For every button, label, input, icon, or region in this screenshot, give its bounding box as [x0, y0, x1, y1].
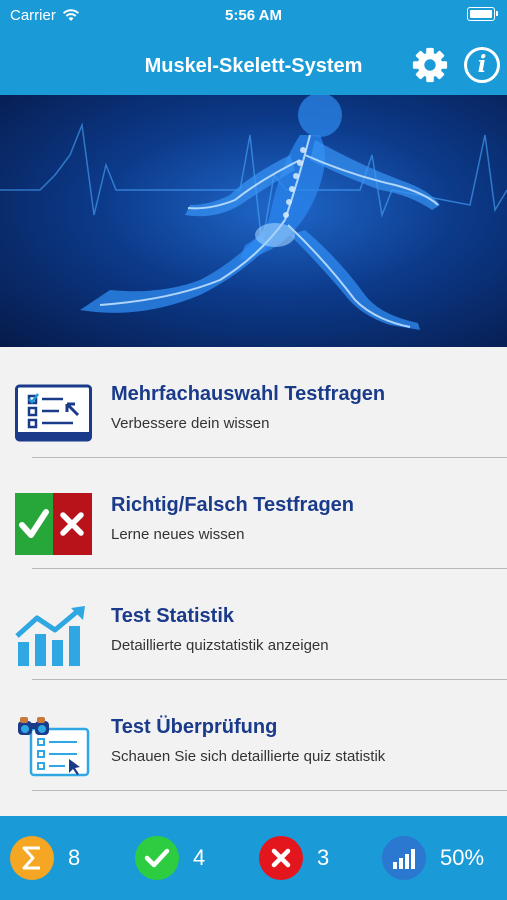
stats-footer: 8 4 3 50%	[0, 816, 507, 900]
app-screen: Carrier 5:56 AM Muskel-Skelett-System i …	[0, 0, 507, 900]
menu-list: Mehrfachauswahl Testfragen Verbessere de…	[0, 347, 507, 791]
checkmark-icon	[135, 836, 179, 880]
menu-item-subtitle: Schauen Sie sich detaillierte quiz stati…	[111, 748, 386, 765]
bar-chart-icon	[15, 606, 85, 666]
menu-item-subtitle: Verbessere dein wissen	[111, 415, 270, 432]
hero-image	[0, 95, 507, 347]
cross-icon	[259, 836, 303, 880]
true-false-icon	[15, 493, 92, 555]
running-skeleton-illustration	[0, 95, 507, 330]
menu-item-title: Mehrfachauswahl Testfragen	[111, 383, 386, 405]
menu-item-multiple-choice[interactable]: Mehrfachauswahl Testfragen Verbessere de…	[0, 347, 507, 458]
stat-score-value: 50%	[440, 845, 485, 870]
divider	[32, 789, 507, 791]
stat-score: 50%	[382, 836, 484, 880]
menu-item-true-false[interactable]: Richtig/Falsch Testfragen Lerne neues wi…	[0, 458, 507, 569]
menu-item-title: Test Überprüfung	[111, 716, 278, 738]
gear-icon[interactable]	[411, 46, 449, 84]
menu-item-subtitle: Detaillierte quizstatistik anzeigen	[111, 637, 329, 654]
sigma-icon	[10, 836, 54, 880]
stat-wrong: 3	[259, 836, 329, 880]
status-bar: Carrier 5:56 AM	[0, 0, 507, 30]
stat-wrong-value: 3	[317, 845, 330, 870]
header: Carrier 5:56 AM Muskel-Skelett-System i	[0, 0, 507, 95]
stat-correct: 4	[135, 836, 205, 880]
checklist-icon	[15, 384, 92, 442]
stat-total-value: 8	[68, 845, 81, 870]
stat-correct-value: 4	[193, 845, 206, 870]
menu-item-title: Richtig/Falsch Testfragen	[111, 494, 355, 516]
menu-item-statistics[interactable]: Test Statistik Detaillierte quizstatisti…	[0, 569, 507, 680]
info-icon[interactable]: i	[464, 47, 500, 83]
review-icon	[18, 717, 90, 777]
battery-icon	[467, 7, 498, 21]
stat-total: 8	[10, 836, 80, 880]
status-time: 5:56 AM	[225, 7, 282, 24]
menu-item-review[interactable]: Test Überprüfung Schauen Sie sich detail…	[0, 680, 507, 791]
signal-bars-icon	[382, 836, 426, 880]
menu-item-subtitle: Lerne neues wissen	[111, 526, 245, 543]
menu-item-title: Test Statistik	[111, 605, 234, 627]
